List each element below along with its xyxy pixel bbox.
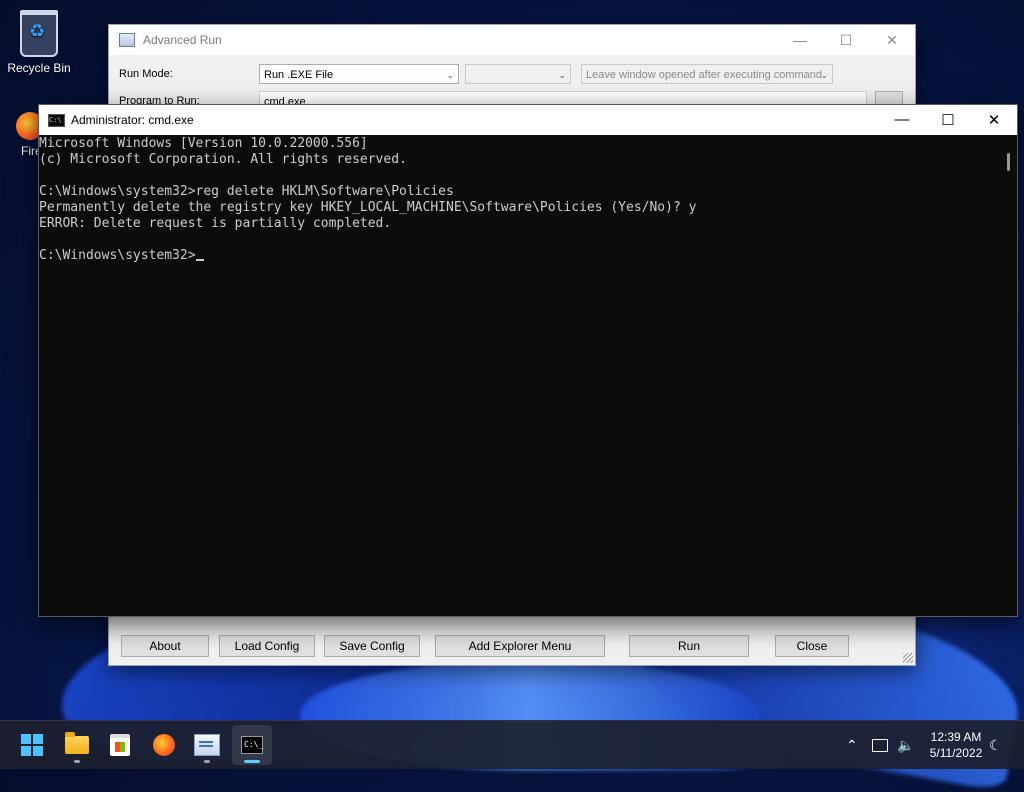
running-indicator [204,760,210,763]
chevron-down-icon: ⌄ [820,70,828,80]
minimize-icon[interactable]: — [777,32,823,49]
start-icon [21,734,43,756]
running-indicator [244,760,260,763]
save-config-button[interactable]: Save Config [324,635,420,657]
cmd-title: Administrator: cmd.exe [71,113,194,127]
about-button[interactable]: About [121,635,209,657]
store-icon [110,734,130,756]
taskbar-file-explorer[interactable] [57,725,97,765]
console-line: (c) Microsoft Corporation. All rights re… [39,152,407,167]
secondary-select[interactable]: ⌄ [465,64,571,84]
run-button[interactable]: Run [629,635,749,657]
load-config-button[interactable]: Load Config [219,635,315,657]
run-mode-value: Run .EXE File [264,69,334,81]
close-icon[interactable]: ✕ [869,32,915,49]
clock-time: 12:39 AM [930,730,982,744]
minimize-icon[interactable]: — [879,111,925,129]
advanced-run-title: Advanced Run [143,33,222,47]
console-prompt: C:\Windows\system32> [39,248,196,263]
terminal-icon: C:\_ [241,736,263,754]
clock-date: 5/11/2022 [929,746,983,760]
console-line: ERROR: Delete request is partially compl… [39,216,392,231]
network-button[interactable] [872,721,888,769]
vertical-scrollbar[interactable] [1000,135,1017,616]
taskbar-advanced-run[interactable] [187,725,227,765]
desktop-icon-recycle-bin[interactable]: Recycle Bin [1,10,77,75]
running-indicator [74,760,80,763]
cmd-titlebar[interactable]: C:\ Administrator: cmd.exe — ☐ ✕ [39,105,1017,135]
taskbar-firefox[interactable] [144,725,184,765]
console-line: Microsoft Windows [Version 10.0.22000.55… [39,136,368,151]
firefox-icon [153,734,175,756]
console-output[interactable]: Microsoft Windows [Version 10.0.22000.55… [39,135,1000,616]
taskbar-store[interactable] [100,725,140,765]
volume-button[interactable]: 🔈 [897,721,914,769]
start-button[interactable] [12,725,52,765]
chevron-down-icon: ⌄ [558,70,566,80]
maximize-icon[interactable]: ☐ [925,111,971,129]
scrollbar-thumb[interactable] [1007,153,1010,171]
chevron-up-icon: ⌃ [846,736,858,753]
chevron-down-icon: ⌄ [446,70,454,80]
text-cursor [195,259,204,261]
cmd-app-icon: C:\ [48,113,65,127]
moon-icon: ☾ [989,736,1002,753]
taskbar-terminal[interactable]: C:\_ [232,725,272,765]
resize-grip[interactable] [903,653,913,663]
recycle-bin-label: Recycle Bin [7,61,71,75]
console-prompt-line: C:\Windows\system32> [39,248,1000,264]
advanced-run-app-icon [119,33,135,47]
advanced-run-icon [194,734,220,756]
taskbar: C:\_ ⌃ 🔈 12:39 AM 5/11/2022 ☾ [0,720,1024,769]
console-line: C:\Windows\system32>reg delete HKLM\Soft… [39,184,454,199]
close-icon[interactable]: ✕ [971,111,1017,129]
cmd-window: C:\ Administrator: cmd.exe — ☐ ✕ Microso… [38,104,1018,617]
advanced-run-titlebar[interactable]: Advanced Run — ☐ ✕ [109,25,915,55]
add-explorer-menu-button[interactable]: Add Explorer Menu [435,635,605,657]
window-option-select[interactable]: Leave window opened after executing comm… [581,64,833,84]
recycle-bin-icon [20,10,58,57]
show-hidden-icons-button[interactable]: ⌃ [846,721,858,769]
network-icon [872,738,888,752]
maximize-icon[interactable]: ☐ [823,32,869,49]
close-button[interactable]: Close [775,635,849,657]
focus-assist-button[interactable]: ☾ [989,721,1002,769]
file-explorer-icon [65,732,89,754]
console-line: Permanently delete the registry key HKEY… [39,200,697,215]
run-mode-select[interactable]: Run .EXE File ⌄ [259,64,459,84]
speaker-icon: 🔈 [897,736,915,753]
run-mode-label: Run Mode: [119,68,173,80]
window-option-value: Leave window opened after executing comm… [586,69,823,81]
clock[interactable]: 12:39 AM 5/11/2022 [920,729,992,761]
